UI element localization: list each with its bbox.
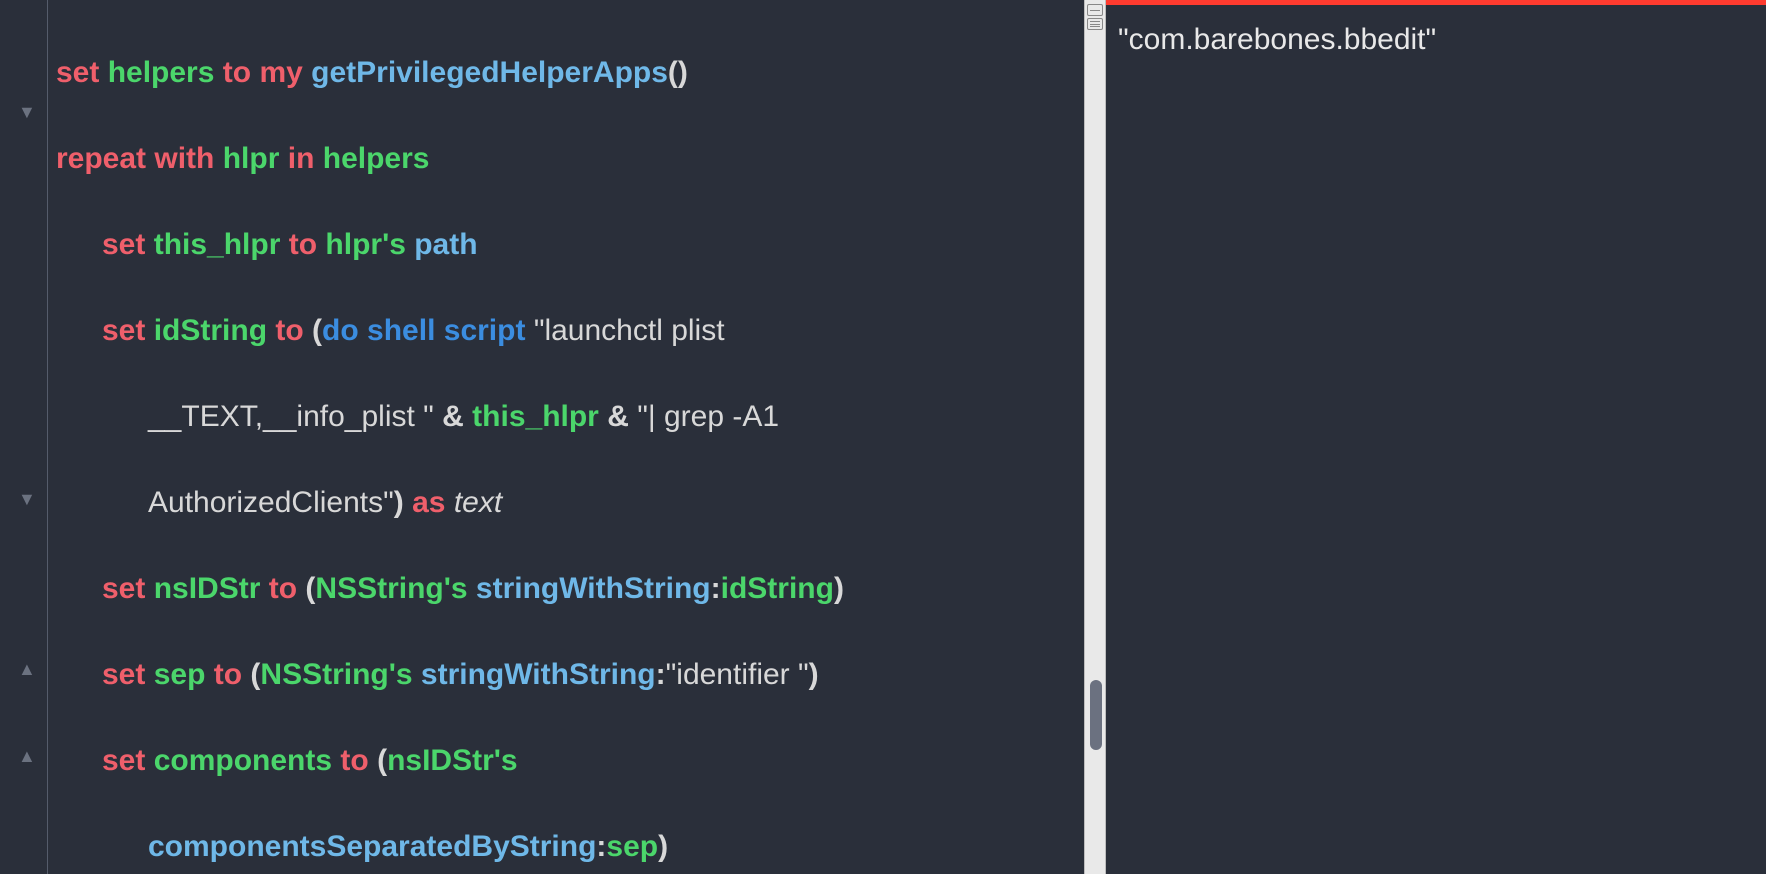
code-line[interactable]: set sep to (NSString's stringWithString:… (56, 653, 1084, 696)
gutter: ▼ ▼ ▲ ▲ (0, 0, 48, 874)
fold-triangle-down-icon[interactable]: ▼ (18, 103, 36, 121)
split-lines-icon (1087, 18, 1103, 30)
code-line[interactable]: componentsSeparatedByString:sep) (56, 825, 1084, 868)
code-line[interactable]: set idString to (do shell script "launch… (56, 309, 1084, 352)
code-line[interactable]: set this_hlpr to hlpr's path (56, 223, 1084, 266)
code-line[interactable]: AuthorizedClients") as text (56, 481, 1084, 524)
fold-triangle-up-icon[interactable]: ▲ (18, 747, 36, 765)
code-line[interactable]: __TEXT,__info_plist " & this_hlpr & "| g… (56, 395, 1084, 438)
result-output[interactable]: "com.barebones.bbedit" (1106, 5, 1766, 75)
fold-triangle-up-icon[interactable]: ▲ (18, 660, 36, 678)
code-area[interactable]: set helpers to my getPrivilegedHelperApp… (48, 0, 1084, 874)
code-line[interactable]: set nsIDStr to (NSString's stringWithStr… (56, 567, 1084, 610)
fold-triangle-down-icon[interactable]: ▼ (18, 490, 36, 508)
scrollbar-track[interactable] (1090, 60, 1102, 854)
code-line[interactable]: repeat with hlpr in helpers (56, 137, 1084, 180)
scrollbar-thumb[interactable] (1090, 680, 1102, 750)
pane-splitter[interactable] (1084, 0, 1106, 874)
splitter-handle[interactable] (1087, 0, 1103, 30)
code-line[interactable]: set components to (nsIDStr's (56, 739, 1084, 782)
editor-pane: ▼ ▼ ▲ ▲ set helpers to my getPrivilegedH… (0, 0, 1084, 874)
split-horizontal-icon (1087, 4, 1103, 16)
result-pane: "com.barebones.bbedit" (1106, 0, 1766, 874)
code-line[interactable]: set helpers to my getPrivilegedHelperApp… (56, 51, 1084, 94)
